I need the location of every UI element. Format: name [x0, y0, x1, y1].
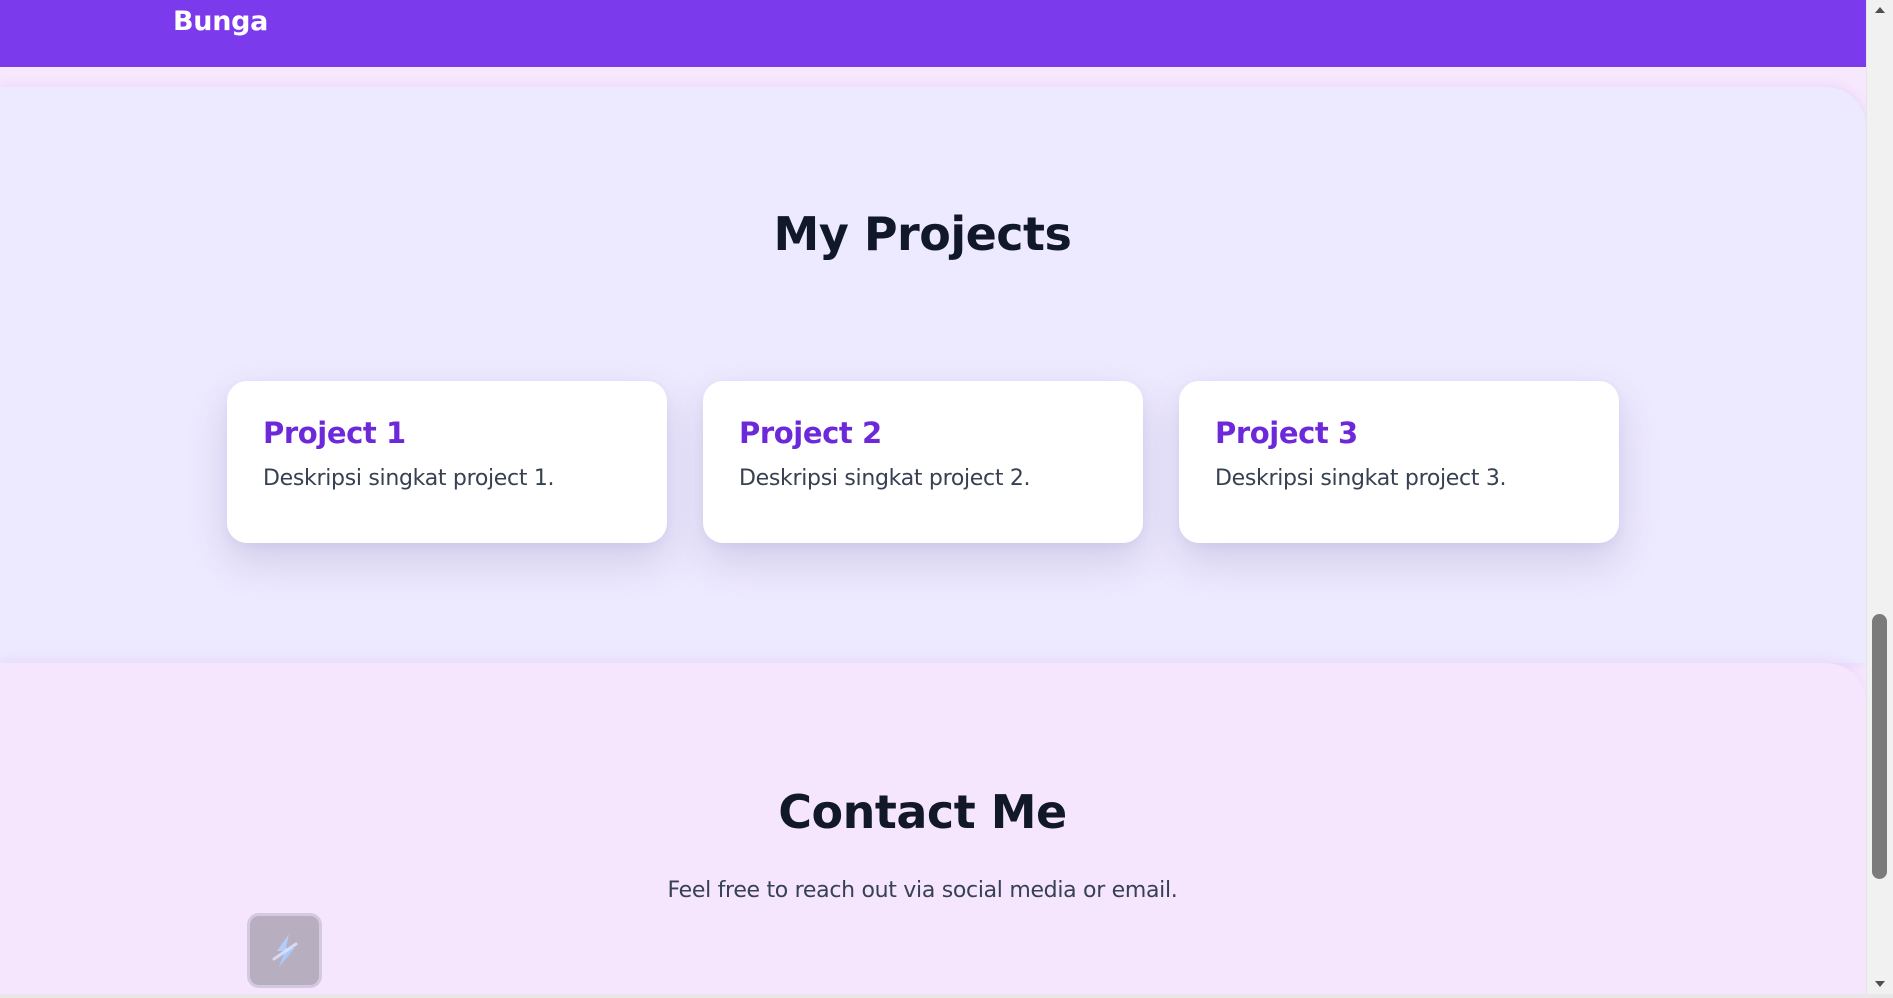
project-card-description: Deskripsi singkat project 3.	[1215, 466, 1507, 492]
project-card-title: Project 2	[739, 416, 882, 450]
project-card-description: Deskripsi singkat project 2.	[739, 466, 1031, 492]
project-cards-grid: Project 1 Deskripsi singkat project 1. P…	[227, 381, 1619, 543]
contact-description: Feel free to reach out via social media …	[667, 878, 1178, 903]
window-bottom-edge	[0, 994, 1893, 998]
project-card-1[interactable]: Project 1 Deskripsi singkat project 1.	[227, 381, 667, 543]
projects-section: My Projects Project 1 Deskripsi singkat …	[0, 87, 1866, 663]
top-navbar: Bunga	[0, 0, 1866, 67]
lightning-icon	[272, 933, 297, 967]
project-card-2[interactable]: Project 2 Deskripsi singkat project 2.	[703, 381, 1143, 543]
scroll-up-button[interactable]	[1867, 0, 1893, 20]
project-card-title: Project 1	[263, 416, 406, 450]
project-card-description: Deskripsi singkat project 1.	[263, 466, 555, 492]
scroll-up-arrow-icon	[1875, 7, 1885, 13]
project-card-3[interactable]: Project 3 Deskripsi singkat project 3.	[1179, 381, 1619, 543]
brand-logo-link[interactable]: Bunga	[173, 6, 268, 37]
page-viewport: Bunga My Projects Project 1 Deskripsi si…	[0, 0, 1866, 994]
vertical-scrollbar[interactable]	[1866, 0, 1893, 994]
scrollbar-thumb[interactable]	[1872, 614, 1887, 879]
contact-heading: Contact Me	[778, 785, 1067, 839]
project-card-title: Project 3	[1215, 416, 1358, 450]
projects-heading: My Projects	[773, 207, 1072, 261]
scroll-down-button[interactable]	[1867, 974, 1893, 994]
floating-widget-button[interactable]	[247, 913, 322, 988]
scroll-down-arrow-icon	[1875, 981, 1885, 987]
